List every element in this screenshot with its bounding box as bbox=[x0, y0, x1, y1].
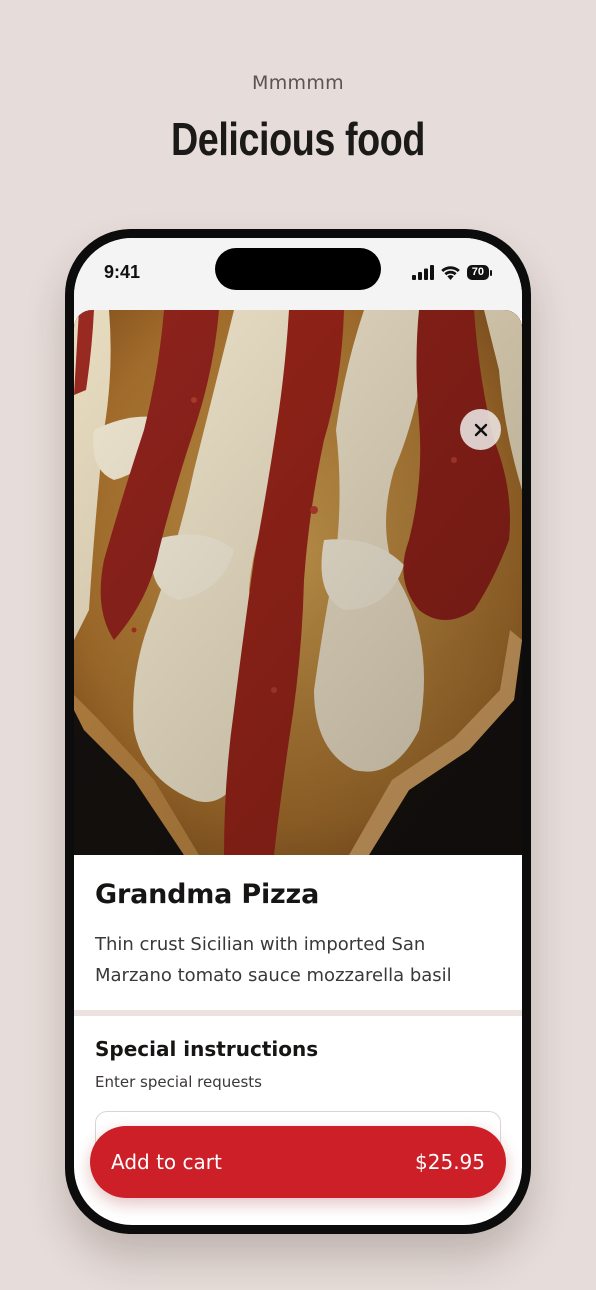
status-bar: 9:41 70 bbox=[74, 238, 522, 318]
battery-icon: 70 bbox=[466, 265, 489, 280]
special-instructions-hint: Enter special requests bbox=[95, 1073, 262, 1091]
battery-cap bbox=[490, 269, 492, 276]
item-description: Thin crust Sicilian with imported San Ma… bbox=[95, 934, 452, 986]
page-headline: Delicious food bbox=[170, 113, 426, 165]
wifi-icon bbox=[440, 266, 460, 280]
special-instructions-title: Special instructions bbox=[95, 1037, 319, 1061]
add-to-cart-label: Add to cart bbox=[111, 1150, 222, 1174]
item-photo bbox=[74, 310, 522, 855]
phone-screen: 9:41 70 Grandma Pizza Thin crust Sicilia… bbox=[74, 238, 522, 1225]
status-icons: 70 bbox=[411, 265, 492, 280]
page-eyebrow: Mmmmm bbox=[252, 72, 344, 94]
cellular-signal-icon bbox=[411, 265, 434, 280]
cart-price: $25.95 bbox=[415, 1150, 485, 1174]
phone-frame: 9:41 70 Grandma Pizza Thin crust Sicilia… bbox=[65, 229, 531, 1234]
dynamic-island bbox=[215, 248, 381, 290]
add-to-cart-button[interactable]: Add to cart $25.95 bbox=[90, 1126, 506, 1198]
item-title: Grandma Pizza bbox=[95, 879, 320, 910]
section-divider bbox=[74, 1010, 522, 1016]
close-button[interactable] bbox=[460, 409, 501, 450]
status-time: 9:41 bbox=[104, 262, 141, 282]
close-icon bbox=[474, 423, 487, 436]
pizza-image bbox=[74, 310, 522, 855]
